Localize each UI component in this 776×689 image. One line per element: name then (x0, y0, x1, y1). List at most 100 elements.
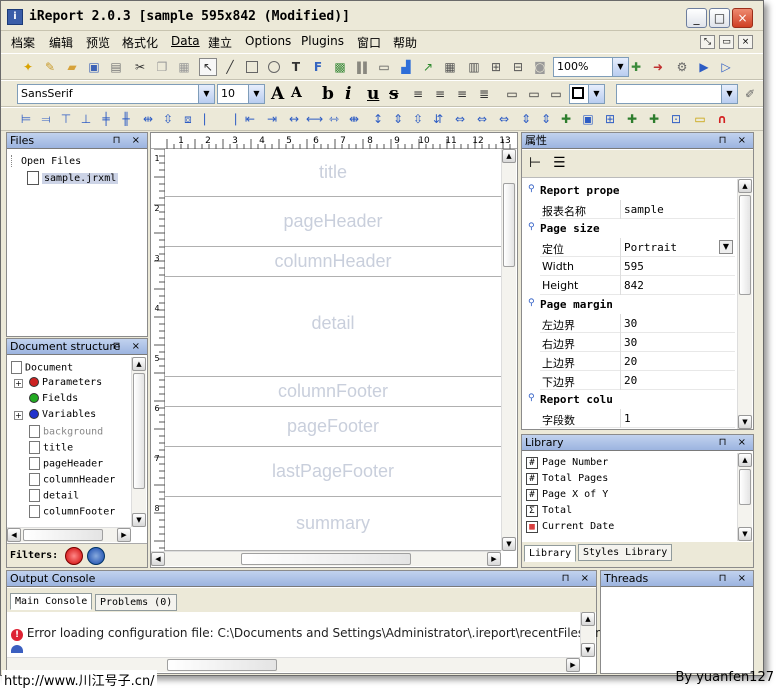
compile-icon[interactable]: ✚ (627, 58, 645, 76)
valign-middle-icon[interactable]: ▭ (525, 85, 543, 103)
save-all-icon[interactable]: ▤ (107, 58, 125, 76)
section-pin-icon[interactable]: ⚲ (528, 222, 535, 232)
center-page-icon[interactable]: ✚ (557, 110, 575, 128)
open-icon[interactable]: ▰ (63, 58, 81, 76)
valign-top-icon[interactable]: ▭ (503, 85, 521, 103)
property-row[interactable]: 定位 Portrait ▼ (540, 238, 735, 257)
section-pin-icon[interactable]: ⚲ (528, 393, 535, 403)
scroll-up-icon[interactable]: ▲ (132, 357, 146, 371)
scroll-thumb[interactable] (241, 553, 411, 565)
fields-icon[interactable]: ▥ (465, 58, 483, 76)
grid-icon[interactable]: ⊞ (487, 58, 505, 76)
menu-preview[interactable]: 预览 (86, 34, 110, 51)
stretch-h-icon[interactable]: ⇔ (451, 110, 469, 128)
file-node[interactable]: sample.jrxml (27, 171, 119, 185)
hspace-equal-icon[interactable]: ↔ (285, 110, 303, 128)
band-lastPageFooter[interactable]: lastPageFooter (165, 447, 501, 497)
bold-button[interactable]: b (322, 84, 334, 104)
group-icon[interactable]: ⊟ (509, 58, 527, 76)
brush-icon[interactable]: ✐ (741, 85, 759, 103)
tab-problems[interactable]: Problems (0) (95, 594, 178, 611)
canvas-vscroll[interactable]: ▲ ▼ (501, 149, 516, 551)
run-icon[interactable]: ➜ (649, 58, 667, 76)
bring-front-icon[interactable]: ▭ (691, 110, 709, 128)
font-size-select[interactable]: 10 ▼ (217, 84, 265, 104)
scroll-down-icon[interactable]: ▼ (502, 537, 516, 551)
property-value[interactable]: 30 (624, 336, 637, 349)
panel-buttons[interactable]: ⊓ × (719, 133, 750, 148)
same-height-icon[interactable]: ⇳ (159, 110, 177, 128)
scroll-right-icon[interactable]: ▶ (487, 552, 501, 566)
database-icon[interactable]: ◙ (531, 58, 549, 76)
center-band-icon[interactable]: ▣ (579, 110, 597, 128)
new-icon[interactable]: ✦ (19, 58, 37, 76)
scroll-thumb[interactable] (133, 373, 145, 489)
band-summary[interactable]: summary (165, 497, 501, 551)
doc-tree-item[interactable]: title (29, 441, 73, 454)
scroll-up-icon[interactable]: ▲ (581, 612, 595, 626)
mdi-restore-icon[interactable]: ⤡ (700, 35, 715, 49)
style-select[interactable]: ▼ (616, 84, 738, 104)
scroll-down-icon[interactable]: ▼ (132, 513, 146, 527)
scroll-down-icon[interactable]: ▼ (581, 643, 595, 657)
execute-icon[interactable]: ▷ (717, 58, 735, 76)
library-item[interactable]: # Page Number (526, 457, 608, 469)
tab-main-console[interactable]: Main Console (10, 593, 93, 610)
filter-blue-icon[interactable] (87, 547, 105, 565)
align-left-edge-icon[interactable]: ⊨ (17, 110, 35, 128)
filter-red-icon[interactable] (65, 547, 83, 565)
align-vcenter-icon[interactable]: ╪ (97, 110, 115, 128)
panel-buttons[interactable]: ⊓ × (113, 339, 144, 354)
open-files-node[interactable]: Open Files (11, 155, 81, 167)
property-value[interactable]: 20 (624, 374, 637, 387)
property-row[interactable]: 上边界 20 (540, 352, 735, 371)
band-title[interactable]: title (165, 149, 501, 197)
stretch-h2-icon[interactable]: ⇔ (473, 110, 491, 128)
stretch-h3-icon[interactable]: ⇔ (495, 110, 513, 128)
scroll-left-icon[interactable]: ◀ (7, 528, 21, 542)
band-pageHeader[interactable]: pageHeader (165, 197, 501, 247)
menu-build[interactable]: 建立 (208, 34, 232, 51)
cut-icon[interactable]: ✂ (131, 58, 149, 76)
align-top-edge-icon[interactable]: ⊤ (57, 110, 75, 128)
stretch-v-icon[interactable]: ⇕ (517, 110, 535, 128)
decrease-font-icon[interactable]: A (291, 85, 302, 101)
menu-options[interactable]: Options (245, 34, 291, 48)
rectangle-tool-icon[interactable] (243, 58, 261, 76)
menu-format[interactable]: 格式化 (122, 34, 158, 51)
paste-icon[interactable]: ▦ (175, 58, 193, 76)
text-field-icon[interactable]: F (309, 58, 327, 76)
props-vscroll[interactable]: ▲ ▼ (737, 179, 752, 429)
crosstab-icon[interactable]: ▦ (441, 58, 459, 76)
align-left-margin-icon[interactable]: ⎸ (201, 110, 219, 128)
mdi-restore2-icon[interactable]: ▭ (719, 35, 734, 49)
mdi-close-icon[interactable]: × (738, 35, 753, 49)
vspace-equal-icon[interactable]: ↕ (369, 110, 387, 128)
property-row[interactable]: 下边界 20 (540, 371, 735, 390)
close-button[interactable]: × (732, 8, 753, 28)
property-value[interactable]: Portrait (624, 241, 677, 254)
doc-tree-vscroll[interactable]: ▲ ▼ (131, 357, 146, 527)
increase-font-icon[interactable]: A (271, 84, 284, 104)
valign-bottom-icon[interactable]: ▭ (547, 85, 565, 103)
library-item[interactable]: # Page X of Y (526, 489, 608, 501)
property-value[interactable]: 595 (624, 260, 644, 273)
scroll-up-icon[interactable]: ▲ (502, 149, 516, 163)
same-width-icon[interactable]: ⇹ (139, 110, 157, 128)
canvas-hscroll[interactable]: ◀ ▶ (151, 551, 501, 566)
property-value[interactable]: sample (624, 203, 664, 216)
static-text-icon[interactable]: T (287, 58, 305, 76)
tab-library[interactable]: Library (524, 545, 577, 562)
band-columnHeader[interactable]: columnHeader (165, 247, 501, 277)
section-pin-icon[interactable]: ⚲ (528, 298, 535, 308)
join-icon[interactable]: ⊡ (667, 110, 685, 128)
magnet-icon[interactable]: ∩ (713, 110, 731, 128)
doc-tree-item[interactable]: detail (29, 489, 79, 502)
doc-tree-item[interactable]: Variables (29, 409, 96, 420)
property-row[interactable]: 左边界 30 (540, 314, 735, 333)
property-row[interactable]: 字段数 1 (540, 409, 735, 428)
panel-buttons[interactable]: ⊓ × (562, 571, 593, 586)
join-right-icon[interactable]: ✚ (645, 110, 663, 128)
move-right-icon[interactable]: ⇥ (263, 110, 281, 128)
property-row[interactable]: 报表名称 sample (540, 200, 735, 219)
